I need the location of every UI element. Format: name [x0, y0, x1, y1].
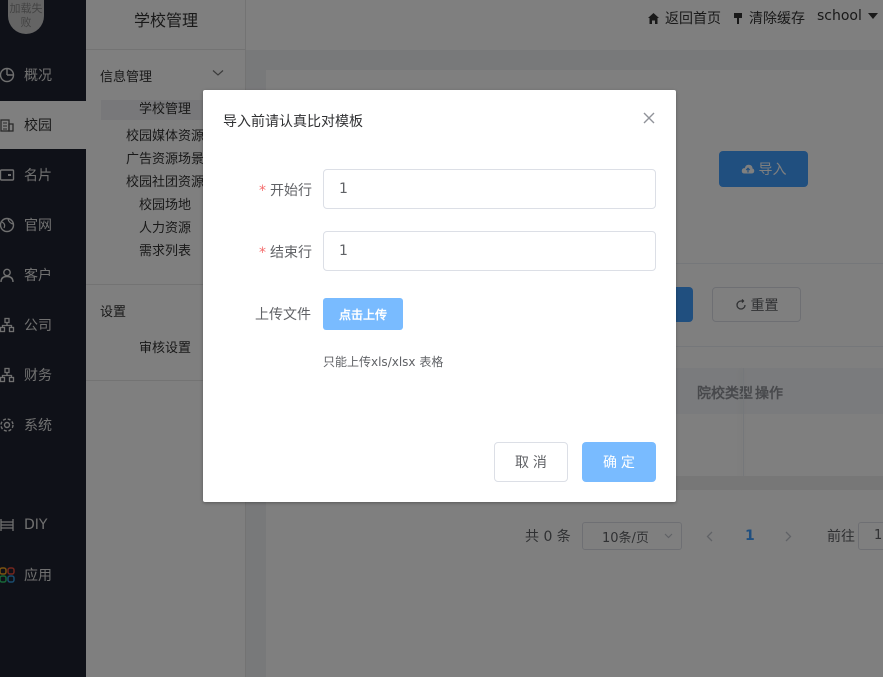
upload-file-label: 上传文件 [255, 307, 311, 323]
start-row-input[interactable] [323, 169, 656, 209]
required-asterisk: * [259, 183, 266, 199]
close-icon[interactable] [642, 111, 656, 125]
upload-tip: 只能上传xls/xlsx 表格 [323, 355, 444, 369]
start-row-label: * 开始行 [259, 180, 312, 200]
required-asterisk: * [259, 245, 266, 261]
dialog-title: 导入前请认真比对模板 [223, 114, 363, 130]
end-row-input[interactable] [323, 231, 656, 271]
import-dialog: 导入前请认真比对模板 *开始行 *结束行 上传文件 点击上传 只能上传xls/x… [203, 90, 676, 502]
start-row-label-text: 开始行 [270, 183, 312, 199]
end-row-label-text: 结束行 [270, 245, 312, 261]
end-row-label: * 结束行 [259, 242, 312, 262]
click-upload-button[interactable]: 点击上传 [323, 298, 403, 330]
confirm-button[interactable]: 确 定 [582, 442, 656, 482]
cancel-button[interactable]: 取 消 [494, 442, 568, 482]
